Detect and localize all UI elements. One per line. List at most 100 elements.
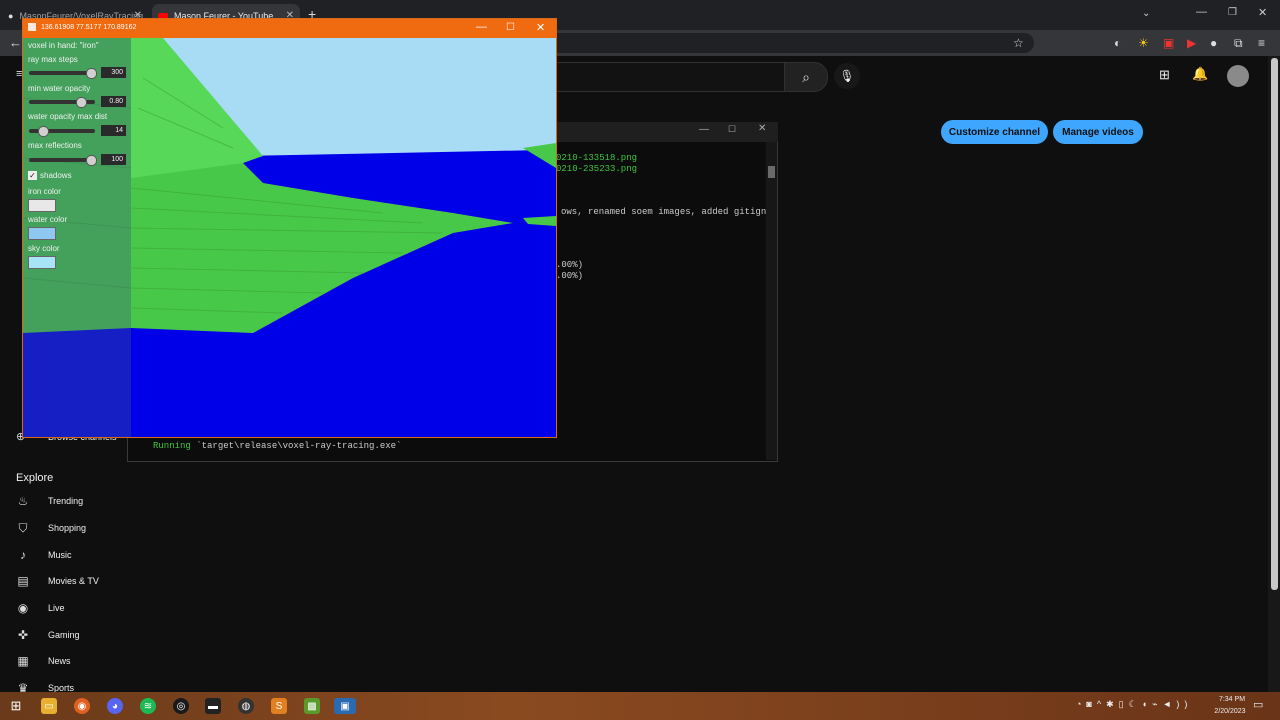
obs-icon[interactable]: ◍ — [238, 698, 254, 714]
clock-time[interactable]: 7:34 PM — [1208, 696, 1256, 703]
sublime-icon[interactable]: S — [271, 698, 287, 714]
close-icon[interactable]: ✕ — [536, 21, 545, 34]
close-window-icon[interactable]: ✕ — [1258, 6, 1267, 19]
sidebar-item-gaming[interactable]: ✜ Gaming — [16, 625, 80, 645]
ray-max-steps-value[interactable]: 300 — [101, 67, 126, 78]
renderer-task-icon[interactable]: ▣ — [334, 698, 356, 714]
live-icon: ◉ — [17, 601, 29, 615]
page-scrollbar-thumb[interactable] — [1271, 58, 1278, 590]
spotify-icon[interactable]: ≋ — [140, 698, 156, 714]
sun-extension-icon[interactable]: ☀ — [1138, 36, 1149, 50]
terminal-run-line: Running `target\release\voxel-ray-tracin… — [153, 441, 401, 451]
tab-search-icon[interactable]: ⌄ — [1142, 8, 1150, 19]
slider-knob[interactable] — [38, 125, 49, 137]
fire-icon: ♨ — [17, 494, 29, 508]
system-tray-icons[interactable]: ◔◙^✱▯☾◖⌁◄)) — [1076, 699, 1192, 710]
maximize-icon[interactable]: ☐ — [728, 124, 736, 135]
terminal-titlebar[interactable]: — ☐ ✕ — [556, 122, 778, 142]
clock-date[interactable]: 2/20/2023 — [1204, 708, 1256, 715]
manage-videos-button[interactable]: Manage videos — [1053, 120, 1143, 144]
explore-heading: Explore — [16, 472, 54, 484]
max-reflections-value[interactable]: 100 — [101, 154, 126, 165]
slider-label: max reflections — [28, 141, 82, 150]
file-explorer-icon[interactable]: ▭ — [41, 698, 57, 714]
app-icon — [28, 23, 36, 31]
back-button[interactable]: ← — [9, 35, 22, 50]
water-opacity-max-dist-value[interactable]: 14 — [101, 125, 126, 136]
voxel-in-hand-label: voxel in hand: "iron" — [28, 41, 99, 50]
slider-knob[interactable] — [76, 96, 87, 108]
minimize-icon[interactable]: — — [476, 21, 487, 33]
minecraft-icon[interactable]: ▩ — [304, 698, 320, 714]
ray-max-steps-slider[interactable] — [29, 67, 97, 79]
sidebar-item-trending[interactable]: ♨ Trending — [16, 491, 84, 511]
terminal-scrollbar[interactable] — [766, 142, 777, 460]
bookmark-star-icon[interactable]: ☆ — [1013, 36, 1024, 50]
slider-label: min water opacity — [28, 84, 91, 93]
maximize-icon[interactable]: ☐ — [506, 22, 515, 33]
youtube-extension-icon[interactable]: ▶ — [1187, 36, 1196, 50]
sidebar-item-label: Live — [48, 603, 65, 613]
slider-knob[interactable] — [86, 67, 97, 79]
bell-icon[interactable]: 🔔 — [1192, 66, 1208, 82]
minimize-icon[interactable]: — — [699, 124, 709, 135]
slider-label: water opacity max dist — [28, 112, 108, 121]
app-icon[interactable]: ◎ — [173, 698, 189, 714]
water-color-swatch[interactable] — [28, 227, 56, 240]
create-video-icon[interactable]: ⊞ — [1159, 67, 1170, 83]
sidebar-item-label: Movies & TV — [48, 576, 99, 586]
puzzle-icon[interactable]: ⧉ — [1234, 36, 1243, 51]
settings-panel: voxel in hand: "iron" ray max steps 300 … — [23, 38, 131, 437]
renderer-titlebar[interactable]: 136.61908 77.5177 170.89162 — ☐ ✕ — [23, 19, 556, 38]
iron-color-swatch[interactable] — [28, 199, 56, 212]
voice-search-button[interactable]: 🎙 — [834, 63, 860, 89]
slider-knob[interactable] — [86, 154, 97, 166]
search-button[interactable]: ⌕ — [784, 62, 828, 92]
newspaper-icon: ▦ — [17, 654, 29, 668]
customize-channel-button[interactable]: Customize channel — [941, 120, 1048, 144]
avatar[interactable] — [1227, 65, 1249, 87]
mic-icon: 🎙 — [839, 69, 855, 83]
terminal-line: .00%) — [556, 271, 584, 281]
sidebar-item-shopping[interactable]: ⛉ Shopping — [16, 518, 86, 538]
run-keyword: Running — [153, 441, 191, 451]
sky-color-swatch[interactable] — [28, 256, 56, 269]
github-icon: ● — [8, 11, 14, 21]
sidebar-item-news[interactable]: ▦ News — [16, 651, 71, 671]
min-water-opacity-slider[interactable] — [29, 96, 95, 108]
extension-icon[interactable]: ● — [1210, 36, 1217, 50]
red-extension-icon[interactable]: ▣ — [1163, 36, 1174, 50]
notification-icon[interactable]: ▭ — [1253, 698, 1263, 711]
sidebar-item-live[interactable]: ◉ Live — [16, 598, 65, 618]
sidebar-item-music[interactable]: ♪ Music — [16, 545, 72, 565]
music-note-icon: ♪ — [20, 548, 26, 562]
discord-icon[interactable]: ◕ — [107, 698, 123, 714]
sidebar-item-label: Gaming — [48, 630, 80, 640]
min-water-opacity-value[interactable]: 0.80 — [101, 96, 126, 107]
restore-icon[interactable]: ❐ — [1228, 7, 1237, 18]
minimize-icon[interactable]: — — [1196, 6, 1207, 18]
terminal-icon[interactable]: ▬ — [205, 698, 221, 714]
slider-label: ray max steps — [28, 55, 78, 64]
water-opacity-max-dist-slider[interactable] — [29, 125, 95, 137]
max-reflections-slider[interactable] — [29, 154, 97, 166]
terminal-line: ows, renamed soem images, added gitigno — [561, 207, 772, 217]
extension-icon[interactable]: ◐ — [1114, 36, 1121, 50]
run-command: `target\release\voxel-ray-tracing.exe` — [196, 441, 402, 451]
sidebar-item-label: News — [48, 656, 71, 666]
sidebar-item-label: Music — [48, 550, 72, 560]
menu-icon[interactable]: ≡ — [1258, 36, 1265, 50]
shadows-checkbox[interactable]: ✓ — [28, 171, 37, 180]
color-label: iron color — [28, 187, 61, 196]
renderer-title: 136.61908 77.5177 170.89162 — [41, 24, 137, 31]
color-label: water color — [28, 215, 68, 224]
firefox-icon[interactable]: ◉ — [74, 698, 90, 714]
windows-start-icon[interactable]: ⊞ — [8, 698, 24, 714]
renderer-window[interactable]: voxel in hand: "iron" ray max steps 300 … — [22, 18, 557, 438]
terminal-line: 0210-133518.png — [556, 153, 638, 163]
sidebar-item-movies[interactable]: ▤ Movies & TV — [16, 571, 99, 591]
close-icon[interactable]: ✕ — [758, 123, 766, 134]
terminal-line: .00%) — [556, 260, 584, 270]
sidebar-item-label: Shopping — [48, 523, 87, 533]
terminal-scrollbar-thumb[interactable] — [768, 166, 775, 178]
